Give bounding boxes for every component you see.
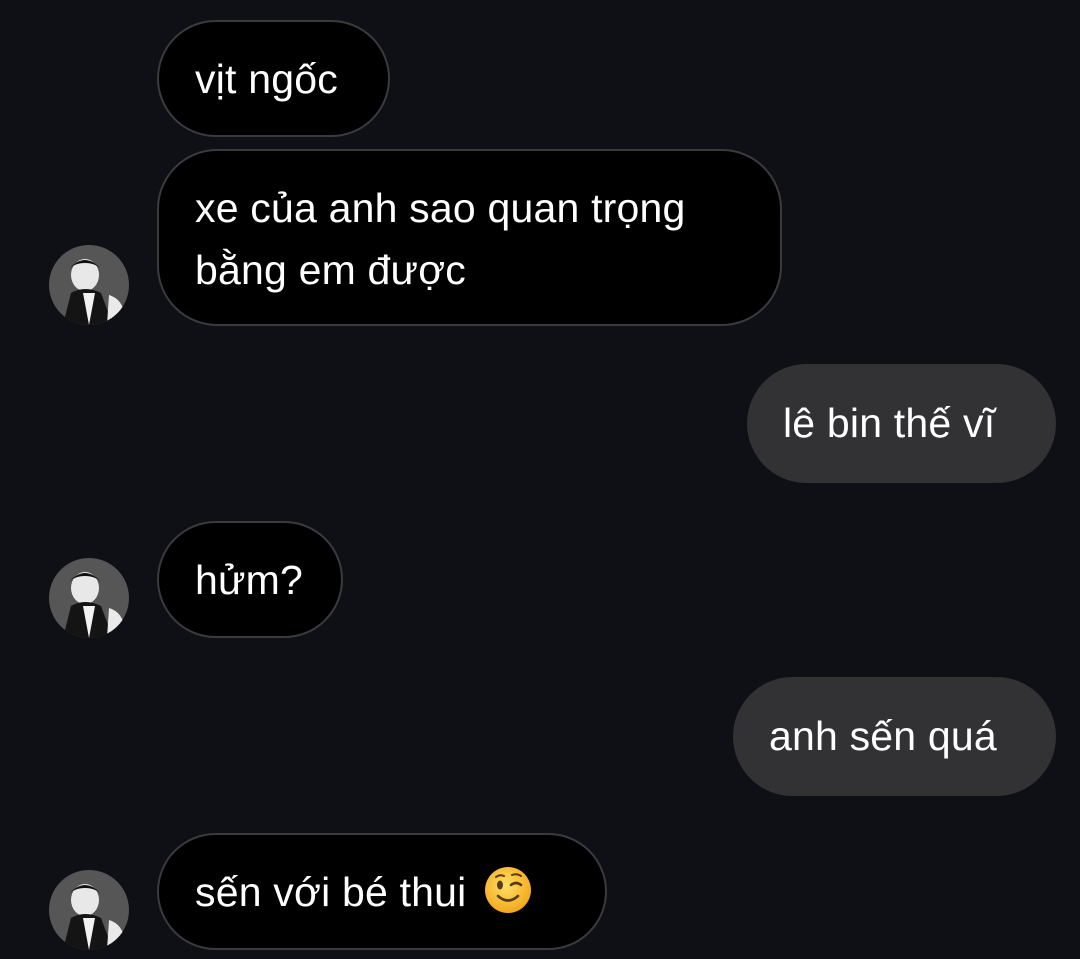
outgoing-message-bubble[interactable]: anh sến quá — [733, 677, 1056, 796]
avatar-photo-icon — [49, 870, 129, 950]
avatar-photo-icon — [49, 558, 129, 638]
message-text: hửm? — [195, 557, 304, 603]
incoming-message-bubble[interactable]: vịt ngốc — [157, 20, 390, 137]
sender-avatar[interactable] — [49, 870, 129, 950]
avatar-photo-icon — [49, 245, 129, 325]
winking-face-emoji-icon — [484, 866, 532, 914]
incoming-message-bubble[interactable]: sến với bé thui — [157, 833, 607, 950]
message-text: vịt ngốc — [195, 56, 338, 102]
message-thread[interactable]: vịt ngốc xe của anh sao quan trọng bằng … — [0, 0, 1080, 959]
sender-avatar[interactable] — [49, 558, 129, 638]
outgoing-message-bubble[interactable]: lê bin thế vĩ — [747, 364, 1056, 483]
message-text: sến với bé thui — [195, 869, 467, 915]
incoming-message-bubble[interactable]: xe của anh sao quan trọng bằng em được — [157, 149, 782, 326]
message-text: anh sến quá — [769, 713, 997, 759]
message-text: lê bin thế vĩ — [783, 400, 996, 446]
incoming-message-bubble[interactable]: hửm? — [157, 521, 343, 638]
sender-avatar[interactable] — [49, 245, 129, 325]
message-text: xe của anh sao quan trọng bằng em được — [195, 185, 686, 293]
